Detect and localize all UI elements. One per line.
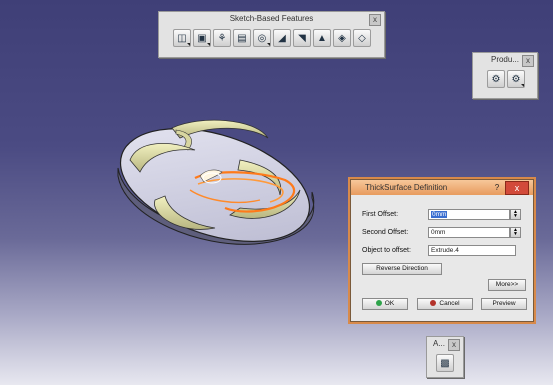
rib-icon[interactable]: ◢ <box>273 29 291 47</box>
product-gear2-icon[interactable]: ⚙ <box>507 70 525 88</box>
dialog-title-bar[interactable]: ThickSurface Definition ? x <box>351 180 533 195</box>
apply-material-toolbar: A... x ▩ <box>426 336 464 378</box>
second-offset-field[interactable]: 0mm <box>428 227 510 238</box>
toolbar-icons: ◫ ▣ ⚘ ▤ ◎ ◢ ◥ ▲ ◈ ◇ <box>159 26 384 47</box>
groove-icon[interactable]: ▤ <box>233 29 251 47</box>
ok-label: OK <box>384 300 395 307</box>
toolbar-icons: ⚙ ⚙ <box>473 67 537 88</box>
close-toolbar-button[interactable]: x <box>448 339 460 351</box>
multi-section-solid-icon[interactable]: ◈ <box>333 29 351 47</box>
object-to-offset-label: Object to offset: <box>362 247 411 254</box>
pad-icon[interactable]: ◫ <box>173 29 191 47</box>
product-gear-icon[interactable]: ⚙ <box>487 70 505 88</box>
ok-button[interactable]: OK <box>362 298 408 310</box>
toolbar-title-text: Sketch-Based Features <box>229 14 314 23</box>
first-offset-spinner[interactable]: ▲ ▼ <box>510 209 521 220</box>
help-button[interactable]: ? <box>491 182 503 193</box>
object-to-offset-field[interactable]: Extrude.4 <box>428 245 516 256</box>
cancel-button[interactable]: Cancel <box>417 298 473 310</box>
object-to-offset-value: Extrude.4 <box>431 247 459 254</box>
slot-icon[interactable]: ◥ <box>293 29 311 47</box>
apply-material-icon[interactable]: ▩ <box>436 354 454 372</box>
first-offset-label: First Offset: <box>362 211 399 218</box>
toolbar-icons: ▩ <box>427 351 463 372</box>
ok-icon <box>375 300 382 306</box>
dialog-title: ThickSurface Definition <box>365 183 448 192</box>
thicksurface-definition-dialog: ThickSurface Definition ? x First Offset… <box>350 179 534 322</box>
toolbar-title-text: A... <box>433 339 446 348</box>
cancel-icon <box>430 300 437 306</box>
cancel-label: Cancel <box>439 300 460 307</box>
sketch-based-features-toolbar: Sketch-Based Features x ◫ ▣ ⚘ ▤ ◎ ◢ ◥ ▲ … <box>158 11 385 58</box>
close-toolbar-button[interactable]: x <box>369 14 381 26</box>
hole-icon[interactable]: ◎ <box>253 29 271 47</box>
close-toolbar-button[interactable]: x <box>522 55 534 67</box>
more-button[interactable]: More>> <box>488 279 526 291</box>
removed-multi-section-icon[interactable]: ◇ <box>353 29 371 47</box>
second-offset-spinner[interactable]: ▲ ▼ <box>510 227 521 238</box>
pocket-icon[interactable]: ▣ <box>193 29 211 47</box>
product-toolbar: Produ... x ⚙ ⚙ <box>472 52 538 99</box>
stiffener-icon[interactable]: ▲ <box>313 29 331 47</box>
toolbar-title-text: Produ... <box>490 55 519 64</box>
preview-button[interactable]: Preview <box>481 298 527 310</box>
toolbar-title: A... x <box>427 337 463 351</box>
toolbar-title: Produ... x <box>473 53 537 67</box>
shaft-icon[interactable]: ⚘ <box>213 29 231 47</box>
second-offset-label: Second Offset: <box>362 229 409 236</box>
toolbar-title: Sketch-Based Features x <box>159 12 384 26</box>
close-dialog-button[interactable]: x <box>505 181 529 195</box>
reverse-direction-button[interactable]: Reverse Direction <box>362 263 442 275</box>
first-offset-field[interactable]: 0mm <box>428 209 510 220</box>
3d-viewport[interactable]: Sketch-Based Features x ◫ ▣ ⚘ ▤ ◎ ◢ ◥ ▲ … <box>0 0 553 385</box>
second-offset-value: 0mm <box>431 229 446 236</box>
first-offset-value: 0mm <box>431 211 448 218</box>
